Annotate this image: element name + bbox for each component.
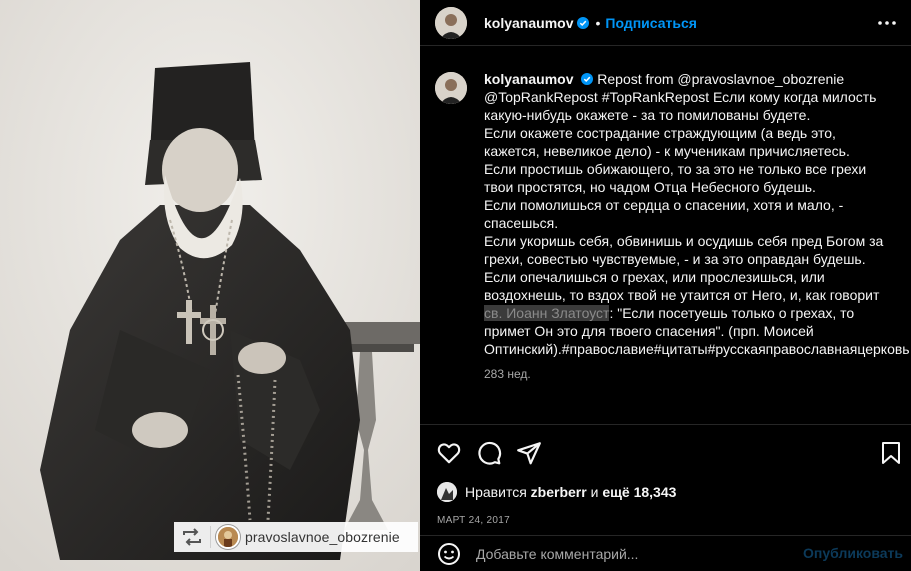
- author-username[interactable]: kolyanaumov: [484, 15, 573, 31]
- caption-line-2: Если окажете сострадание страждующим (а …: [484, 125, 850, 159]
- repost-badge[interactable]: pravoslavnoe_obozrenie: [174, 522, 418, 552]
- highlighted-text: св. Иоанн Златоуст: [484, 305, 610, 321]
- badge-divider: [210, 526, 211, 548]
- monk-portrait-illustration: [0, 0, 420, 571]
- likes-middle: и: [590, 484, 599, 500]
- header-separator: •: [595, 14, 601, 31]
- action-bar: [436, 440, 556, 466]
- caption-text: kolyanaumov Repost from @pravoslavnoe_ob…: [484, 70, 910, 383]
- caption-line-3: Если простишь обижающего, то за это не т…: [484, 161, 867, 195]
- post-header: kolyanaumov • Подписаться: [420, 0, 911, 46]
- caption-line-6: Если опечалишься о грехах, или прослезиш…: [484, 269, 880, 303]
- publish-button[interactable]: Опубликовать: [803, 545, 903, 561]
- heart-icon[interactable]: [436, 440, 462, 466]
- verified-badge-icon: [581, 73, 594, 85]
- repost-icon: [180, 527, 204, 547]
- author-avatar[interactable]: [435, 6, 467, 39]
- post-image[interactable]: pravoslavnoe_obozrenie: [0, 0, 420, 571]
- liker-username[interactable]: zberberr: [531, 484, 587, 500]
- verified-badge-icon: [577, 16, 590, 29]
- likes-count[interactable]: ещё 18,343: [602, 484, 676, 500]
- caption-line-5: Если укоришь себя, обвинишь и осудишь се…: [484, 233, 884, 267]
- caption-line-4: Если помолишься от сердца о спасении, хо…: [484, 197, 844, 231]
- caption-line-1: @TopRankRepost #TopRankRepost Если кому …: [484, 89, 877, 123]
- post-date: МАРТ 24, 2017: [437, 515, 510, 526]
- likes-summary: Нравится zberberr и ещё 18,343: [437, 482, 676, 502]
- post-time-ago[interactable]: 283 нед.: [484, 365, 892, 383]
- comment-bar: Опубликовать: [437, 542, 907, 566]
- liker-avatar[interactable]: [437, 482, 457, 502]
- repost-avatar: [216, 525, 240, 549]
- comment-input[interactable]: [476, 546, 796, 562]
- caption-repost-line[interactable]: Repost from @pravoslavnoe_obozrenie: [597, 71, 844, 87]
- post-caption: kolyanaumov Repost from @pravoslavnoe_ob…: [435, 70, 910, 383]
- bookmark-icon[interactable]: [880, 441, 902, 465]
- more-horizontal-icon[interactable]: [877, 13, 897, 33]
- caption-author-avatar[interactable]: [435, 72, 467, 104]
- repost-username: pravoslavnoe_obozrenie: [245, 529, 400, 545]
- comment-icon[interactable]: [476, 440, 502, 466]
- smiley-icon[interactable]: [437, 542, 461, 566]
- actions-divider: [420, 424, 911, 425]
- likes-prefix: Нравится: [465, 484, 527, 500]
- send-icon[interactable]: [516, 440, 542, 466]
- post-side-panel: kolyanaumov • Подписаться kolyanaumov Re…: [420, 0, 911, 571]
- caption-username[interactable]: kolyanaumov: [484, 71, 573, 87]
- comment-divider: [420, 535, 911, 536]
- follow-button[interactable]: Подписаться: [605, 15, 697, 31]
